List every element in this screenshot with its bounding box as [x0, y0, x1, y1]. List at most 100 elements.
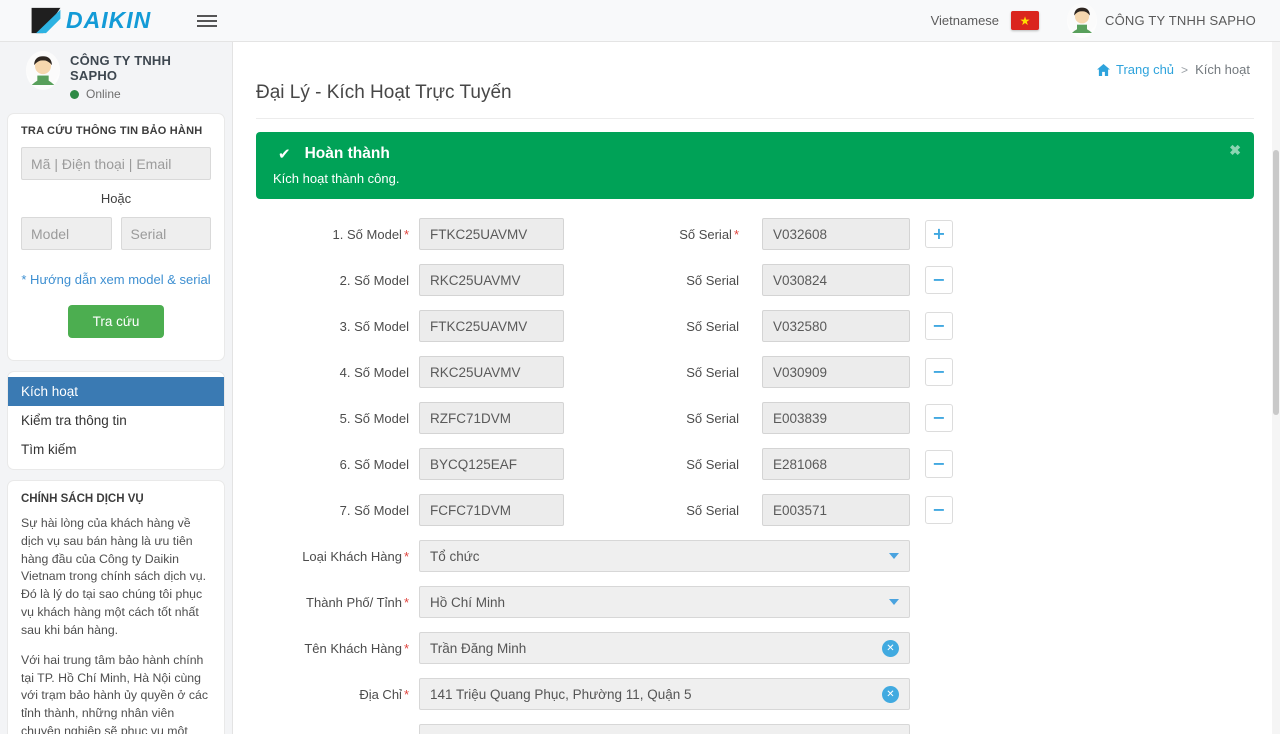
sidebar-menu-item[interactable]: Kiểm tra thông tin [8, 406, 224, 435]
sidebar-menu-item[interactable]: Tìm kiếm [8, 435, 224, 464]
row-index: 7. [340, 503, 351, 518]
model-input[interactable] [419, 264, 564, 296]
serial-label: Số Serial [686, 503, 739, 518]
field-label: Loại Khách Hàng [302, 549, 402, 564]
device-row: 7. Số Model* Số Serial* − [256, 494, 1254, 526]
sidebar-menu: Kích hoạt Kiểm tra thông tin Tìm kiếm [7, 371, 225, 470]
warranty-lookup-panel: TRA CỨU THÔNG TIN BẢO HÀNH Hoặc * Hướng … [7, 113, 225, 361]
page-title: Đại Lý - Kích Hoạt Trực Tuyến [256, 82, 1254, 119]
header-user-menu[interactable]: CÔNG TY TNHH SAPHO [1067, 3, 1256, 38]
breadcrumb-home-link[interactable]: Trang chủ [1097, 62, 1174, 77]
serial-input[interactable] [762, 264, 910, 296]
chevron-down-icon [889, 599, 899, 605]
model-label: Số Model [347, 227, 402, 242]
model-input[interactable] [419, 448, 564, 480]
required-asterisk: * [404, 227, 409, 242]
field-value: Tổ chức [430, 549, 881, 564]
sidebar: CÔNG TY TNHH SAPHO Online TRA CỨU THÔNG … [0, 42, 233, 734]
lookup-serial-input[interactable] [121, 217, 212, 250]
user-avatar [1067, 3, 1097, 38]
field-label: Địa Chỉ [359, 687, 402, 702]
page-scrollbar[interactable] [1272, 42, 1280, 734]
row-index: 4. [340, 365, 351, 380]
model-input[interactable] [419, 218, 564, 250]
model-label: Số Model [354, 411, 409, 426]
breadcrumb: Trang chủ > Kích hoạt [256, 62, 1254, 77]
online-status-dot [70, 90, 79, 99]
sidebar-user-panel: CÔNG TY TNHH SAPHO Online [0, 42, 232, 109]
remove-row-button[interactable]: − [925, 404, 953, 432]
select-field[interactable]: ✕ [419, 724, 910, 734]
alert-title: Hoàn thành [305, 145, 390, 163]
daikin-logo-mark [30, 7, 62, 34]
required-asterisk: * [404, 641, 409, 656]
field-value: Trần Đăng Minh [430, 641, 874, 656]
main-content: Trang chủ > Kích hoạt Đại Lý - Kích Hoạt… [234, 42, 1280, 734]
form-field-row: * ✕ [256, 724, 1254, 734]
breadcrumb-current: Kích hoạt [1195, 62, 1250, 77]
form-field-row: Địa Chỉ* 141 Triệu Quang Phục, Phường 11… [256, 678, 1254, 710]
field-value: Hồ Chí Minh [430, 595, 881, 610]
device-row: 5. Số Model* Số Serial* − [256, 402, 1254, 434]
model-input[interactable] [419, 494, 564, 526]
sidebar-menu-item[interactable]: Kích hoạt [8, 377, 224, 406]
sidebar-user-avatar [26, 51, 60, 90]
row-index: 3. [340, 319, 351, 334]
select-field[interactable]: Hồ Chí Minh ✕ [419, 586, 910, 618]
serial-input[interactable] [762, 402, 910, 434]
serial-input[interactable] [762, 356, 910, 388]
serial-label: Số Serial [686, 411, 739, 426]
required-asterisk: * [734, 227, 739, 242]
device-row: 1. Số Model* Số Serial* + [256, 218, 1254, 250]
policy-title: CHÍNH SÁCH DỊCH VỤ [21, 493, 211, 505]
clear-field-icon[interactable]: ✕ [882, 686, 899, 703]
clear-field-icon[interactable]: ✕ [882, 640, 899, 657]
serial-input[interactable] [762, 494, 910, 526]
remove-row-button[interactable]: − [925, 358, 953, 386]
serial-label: Số Serial [679, 227, 732, 242]
activation-form: 1. Số Model* Số Serial* + 2. Số Model* S… [256, 218, 1254, 734]
text-field[interactable]: 141 Triệu Quang Phục, Phường 11, Quận 5 … [419, 678, 910, 710]
lookup-model-input[interactable] [21, 217, 112, 250]
top-header: DAIKIN Vietnamese ★ CÔNG TY TNHH SAPHO [0, 0, 1280, 42]
lookup-search-button[interactable]: Tra cứu [68, 305, 165, 338]
policy-paragraph: Sự hài lòng của khách hàng về dịch vụ sa… [21, 515, 211, 640]
header-user-name: CÔNG TY TNHH SAPHO [1105, 13, 1256, 28]
or-label: Hoặc [21, 191, 211, 206]
serial-label: Số Serial [686, 273, 739, 288]
model-label: Số Model [354, 503, 409, 518]
daikin-logo[interactable]: DAIKIN [30, 7, 151, 34]
serial-input[interactable] [762, 448, 910, 480]
serial-input[interactable] [762, 310, 910, 342]
remove-row-button[interactable]: − [925, 312, 953, 340]
alert-close-icon[interactable]: ✖ [1229, 142, 1241, 159]
model-input[interactable] [419, 310, 564, 342]
hamburger-menu-icon[interactable] [197, 12, 217, 30]
chevron-down-icon [889, 553, 899, 559]
row-index: 5. [340, 411, 351, 426]
remove-row-button[interactable]: − [925, 450, 953, 478]
device-row: 6. Số Model* Số Serial* − [256, 448, 1254, 480]
serial-label: Số Serial [686, 319, 739, 334]
lookup-title: TRA CỨU THÔNG TIN BẢO HÀNH [21, 125, 211, 137]
check-icon: ✔ [278, 145, 291, 163]
model-input[interactable] [419, 356, 564, 388]
remove-row-button[interactable]: − [925, 496, 953, 524]
form-field-row: Thành Phố/ Tỉnh* Hồ Chí Minh ✕ [256, 586, 1254, 618]
lookup-code-input[interactable] [21, 147, 211, 180]
serial-input[interactable] [762, 218, 910, 250]
row-index: 1. [333, 227, 344, 242]
select-field[interactable]: Tổ chức ✕ [419, 540, 910, 572]
add-row-button[interactable]: + [925, 220, 953, 248]
scrollbar-thumb[interactable] [1273, 150, 1279, 415]
model-label: Số Model [354, 365, 409, 380]
model-input[interactable] [419, 402, 564, 434]
model-serial-guide-link[interactable]: * Hướng dẫn xem model & serial [21, 272, 211, 287]
remove-row-button[interactable]: − [925, 266, 953, 294]
required-asterisk: * [404, 549, 409, 564]
language-selector[interactable]: Vietnamese [931, 13, 999, 28]
device-row: 2. Số Model* Số Serial* − [256, 264, 1254, 296]
text-field[interactable]: Trần Đăng Minh ✕ [419, 632, 910, 664]
field-label: Tên Khách Hàng [304, 641, 402, 656]
policy-paragraph: Với hai trung tâm bảo hành chính tại TP.… [21, 652, 211, 734]
